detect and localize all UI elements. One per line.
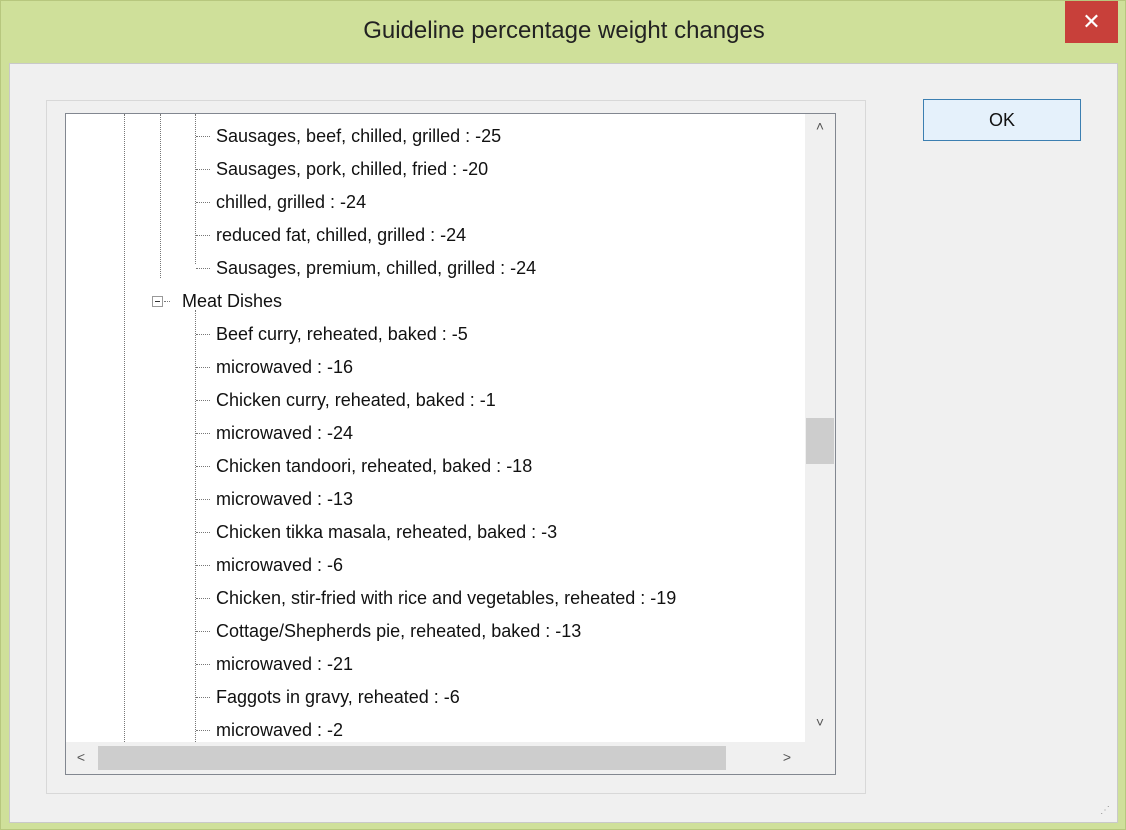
tree-node-item[interactable]: Cottage/Shepherds pie, reheated, baked :… [196,615,582,647]
tree-node-item[interactable]: chilled, grilled : -24 [196,186,367,218]
tree-connector-line [196,565,210,566]
tree-node-label: microwaved : -6 [216,555,344,575]
tree-connector-line [196,730,210,731]
window-title: Guideline percentage weight changes [363,17,765,44]
tree-node-item[interactable]: microwaved : -13 [196,483,354,515]
tree-connector-line [196,433,210,434]
horizontal-scroll-thumb[interactable] [98,746,726,770]
tree-node-item[interactable]: microwaved : -16 [196,351,354,383]
tree-node-item[interactable]: microwaved : -21 [196,648,354,680]
tree-connector-line [160,114,161,278]
tree-node-item[interactable]: Sausages, premium, chilled, grilled : -2… [196,252,537,284]
tree-node-item[interactable]: Chicken curry, reheated, baked : -1 [196,384,496,416]
tree-node-label: Faggots in gravy, reheated : -6 [216,687,460,707]
tree-connector-line [196,697,210,698]
scroll-up-arrow[interactable]: ˄ [805,118,835,134]
tree-node-item[interactable]: Chicken tikka masala, reheated, baked : … [196,516,558,548]
tree-connector-line [196,268,210,269]
tree-connector-line [196,400,210,401]
tree-node-label: microwaved : -21 [216,654,354,674]
close-icon: ✕ [1082,9,1101,34]
tree-node-item[interactable]: microwaved : -24 [196,417,354,449]
tree-connector-line [196,631,210,632]
tree-node-label: Meat Dishes [182,291,283,311]
resize-grip-icon[interactable]: ⋰ [1100,805,1116,821]
tree-node-label: microwaved : -24 [216,423,354,443]
tree-node-item[interactable]: Chicken, stir-fried with rice and vegeta… [196,582,677,614]
tree-node-label: microwaved : -16 [216,357,354,377]
tree-node-item[interactable]: Sausages, pork, chilled, fried : -20 [196,153,489,185]
tree-node-label: Sausages, premium, chilled, grilled : -2… [216,258,537,278]
tree-node-item[interactable]: Sausages, beef, chilled, grilled : -25 [196,120,502,152]
tree-connector-line [164,301,170,302]
tree-node-label: chilled, grilled : -24 [216,192,367,212]
tree-connector-line [196,367,210,368]
tree-view[interactable]: Sausages, beef, chilled, grilled : -25 Sa… [65,113,836,775]
tree-node-label: microwaved : -2 [216,720,344,740]
tree-connector-line [196,136,210,137]
tree-node-item[interactable]: Chicken tandoori, reheated, baked : -18 [196,450,533,482]
tree-connector-line [196,532,210,533]
scroll-down-arrow[interactable]: ˅ [805,714,835,730]
tree-connector-line [196,202,210,203]
scrollbar-corner [805,742,835,774]
tree-connector-line [195,310,196,742]
tree-node-label: Chicken, stir-fried with rice and vegeta… [216,588,677,608]
tree-connector-line [196,334,210,335]
scroll-right-arrow[interactable]: > [772,749,802,765]
tree-node-label: Chicken curry, reheated, baked : -1 [216,390,496,410]
dialog-window: Guideline percentage weight changes ✕ OK… [0,0,1126,830]
ok-button[interactable]: OK [923,99,1081,141]
tree-connector-line [196,664,210,665]
tree-node-item[interactable]: Beef curry, reheated, baked : -5 [196,318,468,350]
tree-node-label: Cottage/Shepherds pie, reheated, baked :… [216,621,582,641]
tree-connector-line [196,499,210,500]
tree-node-label: Beef curry, reheated, baked : -5 [216,324,468,344]
title-bar[interactable]: Guideline percentage weight changes ✕ [1,1,1126,63]
tree-connector-line [124,114,125,742]
tree-node-label: Chicken tikka masala, reheated, baked : … [216,522,558,542]
tree-connector-line [196,169,210,170]
tree-node-label: Sausages, beef, chilled, grilled : -25 [216,126,502,146]
scroll-left-arrow[interactable]: < [66,749,96,765]
tree-connector-line [196,598,210,599]
tree-node-label: microwaved : -13 [216,489,354,509]
tree-node-label: Sausages, pork, chilled, fried : -20 [216,159,489,179]
vertical-scroll-thumb[interactable] [806,418,834,464]
tree-connector-line [196,235,210,236]
tree-node-item[interactable]: Faggots in gravy, reheated : -6 [196,681,460,713]
tree-node-item[interactable]: reduced fat, chilled, grilled : -24 [196,219,467,251]
tree-node-group[interactable]: Meat Dishes [152,285,283,317]
tree-connector-line [196,466,210,467]
tree-node-label: reduced fat, chilled, grilled : -24 [216,225,467,245]
tree-node-item[interactable]: microwaved : -6 [196,549,344,581]
tree-node-label: Chicken tandoori, reheated, baked : -18 [216,456,533,476]
close-button[interactable]: ✕ [1065,1,1118,43]
minus-expander-icon[interactable] [152,296,163,307]
